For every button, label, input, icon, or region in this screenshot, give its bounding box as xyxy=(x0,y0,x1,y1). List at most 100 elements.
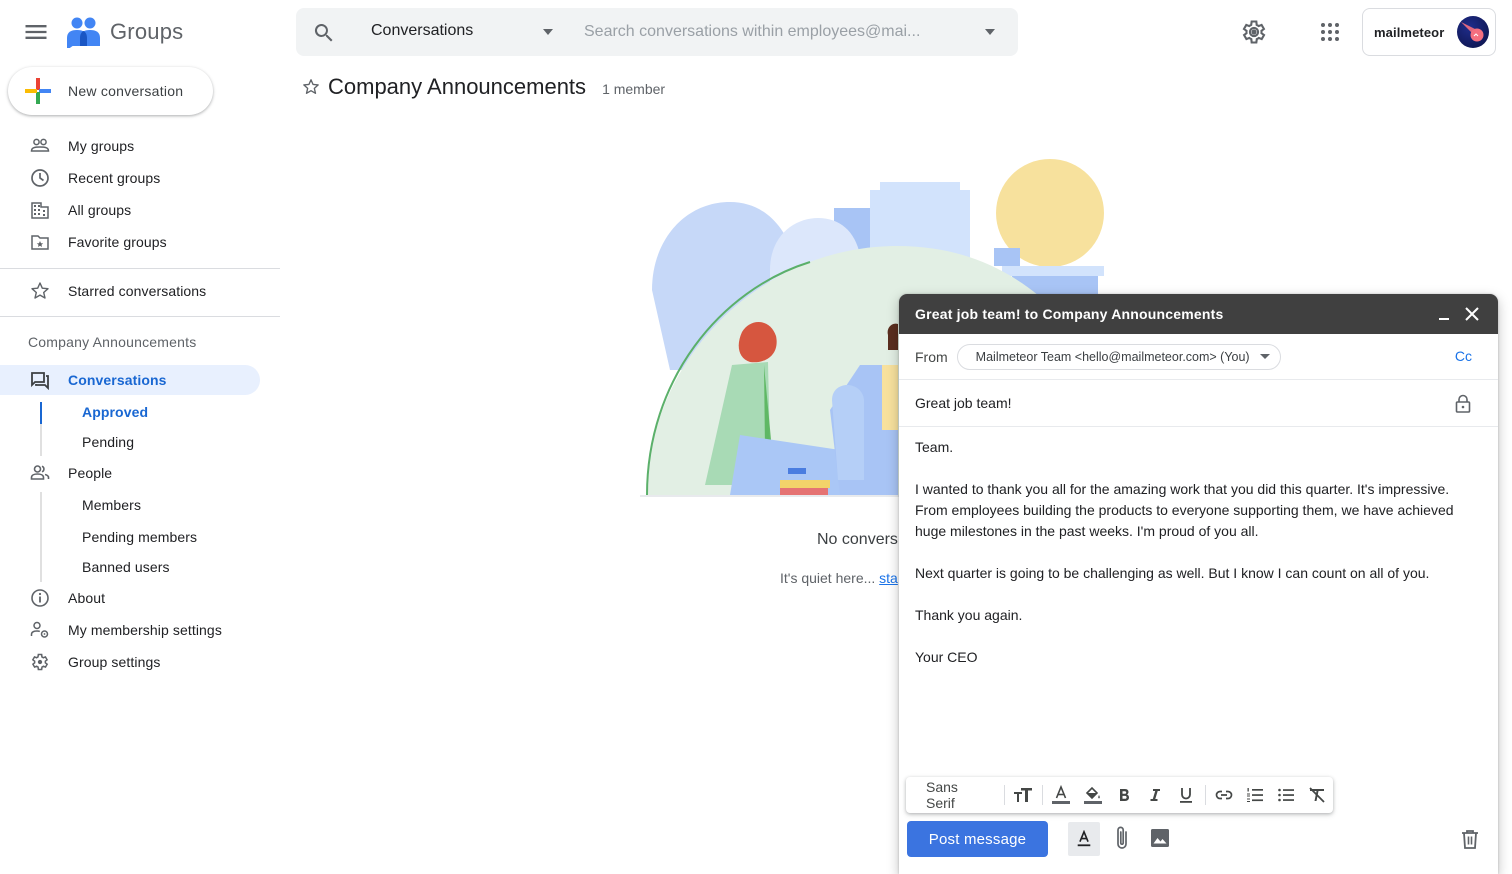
underline-button[interactable] xyxy=(1170,779,1201,811)
building-icon xyxy=(30,200,50,220)
search-bar[interactable]: Conversations Search conversations withi… xyxy=(296,8,1018,56)
empty-state-text: It's quiet here... xyxy=(780,570,880,586)
italic-button[interactable] xyxy=(1139,779,1170,811)
sidebar-item-conversations[interactable]: Conversations xyxy=(0,365,260,395)
star-folder-icon xyxy=(30,232,50,252)
attach-file-button[interactable] xyxy=(1110,824,1134,852)
groups-logo[interactable]: Groups xyxy=(66,16,183,48)
formatting-toolbar: Sans Serif xyxy=(906,777,1333,813)
body-paragraph: Your CEO xyxy=(915,649,978,665)
from-row: From Mailmeteor Team <hello@mailmeteor.c… xyxy=(899,334,1498,380)
image-icon xyxy=(1151,829,1169,847)
groups-logo-icon xyxy=(67,17,100,48)
gear-icon xyxy=(30,652,50,672)
bold-button[interactable] xyxy=(1108,779,1139,811)
insert-link-button[interactable] xyxy=(1208,779,1239,811)
formatting-options-toggle[interactable] xyxy=(1068,822,1100,856)
sidebar-item-banned-users[interactable]: Banned users xyxy=(0,552,260,582)
text-color-button[interactable] xyxy=(1046,779,1077,811)
sidebar-item-group-settings[interactable]: Group settings xyxy=(0,647,260,677)
font-family-select[interactable]: Sans Serif xyxy=(926,779,989,811)
member-count: 1 member xyxy=(602,81,666,97)
sidebar-item-all-groups[interactable]: All groups xyxy=(0,195,260,225)
lock-icon[interactable] xyxy=(1454,394,1472,414)
sidebar-item-approved[interactable]: Approved xyxy=(0,397,260,427)
italic-icon xyxy=(1150,789,1160,801)
numbered-list-icon xyxy=(1247,788,1264,802)
sidebar-divider xyxy=(0,268,280,269)
underline-icon xyxy=(1179,788,1192,803)
people-icon xyxy=(30,463,50,483)
toolbar-divider xyxy=(1041,785,1043,805)
numbered-list-button[interactable] xyxy=(1240,779,1271,811)
chevron-down-icon[interactable] xyxy=(542,29,554,35)
sidebar-item-membership-settings[interactable]: My membership settings xyxy=(0,615,260,645)
sidebar-item-favorite-groups[interactable]: Favorite groups xyxy=(0,227,260,257)
body-paragraph: Team. xyxy=(915,439,954,455)
highlight-color-button[interactable] xyxy=(1077,779,1108,811)
compose-header[interactable]: Great job team! to Company Announcements xyxy=(899,294,1498,334)
bulleted-list-button[interactable] xyxy=(1271,779,1302,811)
sidebar-item-people[interactable]: People xyxy=(0,458,260,488)
sidebar-item-pending[interactable]: Pending xyxy=(0,427,260,457)
fill-color-icon xyxy=(1083,786,1102,804)
from-label: From xyxy=(915,348,948,365)
sidebar-item-about[interactable]: About xyxy=(0,583,260,613)
star-outline-icon xyxy=(303,79,319,94)
cc-button[interactable]: Cc xyxy=(1455,348,1472,364)
close-button[interactable] xyxy=(1464,306,1480,322)
star-group-button[interactable] xyxy=(302,78,320,96)
new-conversation-button[interactable]: New conversation xyxy=(8,67,213,115)
text-format-icon xyxy=(1077,830,1091,847)
sidebar-item-pending-members[interactable]: Pending members xyxy=(0,522,260,552)
minimize-button[interactable] xyxy=(1436,306,1452,322)
sidebar-item-starred-conversations[interactable]: Starred conversations xyxy=(0,276,260,306)
account-switcher[interactable]: mailmeteor xyxy=(1362,8,1496,56)
person-settings-icon xyxy=(30,620,50,640)
clock-icon xyxy=(30,168,50,188)
body-paragraph: Thank you again. xyxy=(915,607,1023,623)
bold-icon xyxy=(1119,789,1129,801)
insert-photo-button[interactable] xyxy=(1148,826,1172,850)
people-outline-icon xyxy=(30,136,50,156)
sidebar-item-my-groups[interactable]: My groups xyxy=(0,131,260,161)
bulleted-list-icon xyxy=(1278,788,1295,802)
subject-row xyxy=(899,380,1498,427)
search-options-chevron-icon[interactable] xyxy=(984,29,996,35)
app-name: Groups xyxy=(110,19,184,44)
gear-icon xyxy=(1242,20,1266,44)
hamburger-menu-icon xyxy=(25,25,47,39)
post-message-button[interactable]: Post message xyxy=(907,821,1048,857)
forum-icon xyxy=(30,370,50,390)
search-scope-select[interactable]: Conversations xyxy=(371,22,473,40)
empty-state-subtitle: It's quiet here... sta xyxy=(780,570,898,586)
search-input[interactable]: Search conversations within employees@ma… xyxy=(584,23,920,41)
search-icon[interactable] xyxy=(312,21,336,45)
body-paragraph: I wanted to thank you all for the amazin… xyxy=(915,481,1454,539)
settings-button[interactable] xyxy=(1240,18,1268,46)
group-title-row: Company Announcements 1 member xyxy=(302,74,665,100)
group-section-header: Company Announcements xyxy=(28,334,197,350)
google-apps-button[interactable] xyxy=(1318,20,1342,44)
info-icon xyxy=(30,588,50,608)
discard-draft-button[interactable] xyxy=(1459,828,1481,850)
clear-formatting-icon xyxy=(1309,787,1326,803)
message-body[interactable]: Team. I wanted to thank you all for the … xyxy=(899,427,1498,668)
body-paragraph: Next quarter is going to be challenging … xyxy=(915,565,1430,581)
remove-formatting-button[interactable] xyxy=(1302,779,1333,811)
font-size-button[interactable] xyxy=(1008,779,1039,811)
from-value: Mailmeteor Team <hello@mailmeteor.com> (… xyxy=(975,349,1250,364)
page-title: Company Announcements xyxy=(328,74,587,99)
minimize-icon xyxy=(1439,318,1449,320)
start-conversation-link[interactable]: sta xyxy=(879,570,898,586)
account-name: mailmeteor xyxy=(1374,24,1445,40)
main-menu-button[interactable] xyxy=(22,18,50,46)
from-select[interactable]: Mailmeteor Team <hello@mailmeteor.com> (… xyxy=(956,343,1281,370)
toolbar-divider xyxy=(1003,785,1005,805)
subject-input[interactable] xyxy=(915,395,1395,411)
sidebar-item-members[interactable]: Members xyxy=(0,490,260,520)
link-icon xyxy=(1215,790,1233,800)
trash-icon xyxy=(1462,830,1478,849)
plus-icon xyxy=(25,78,51,104)
sidebar-item-recent-groups[interactable]: Recent groups xyxy=(0,163,260,193)
